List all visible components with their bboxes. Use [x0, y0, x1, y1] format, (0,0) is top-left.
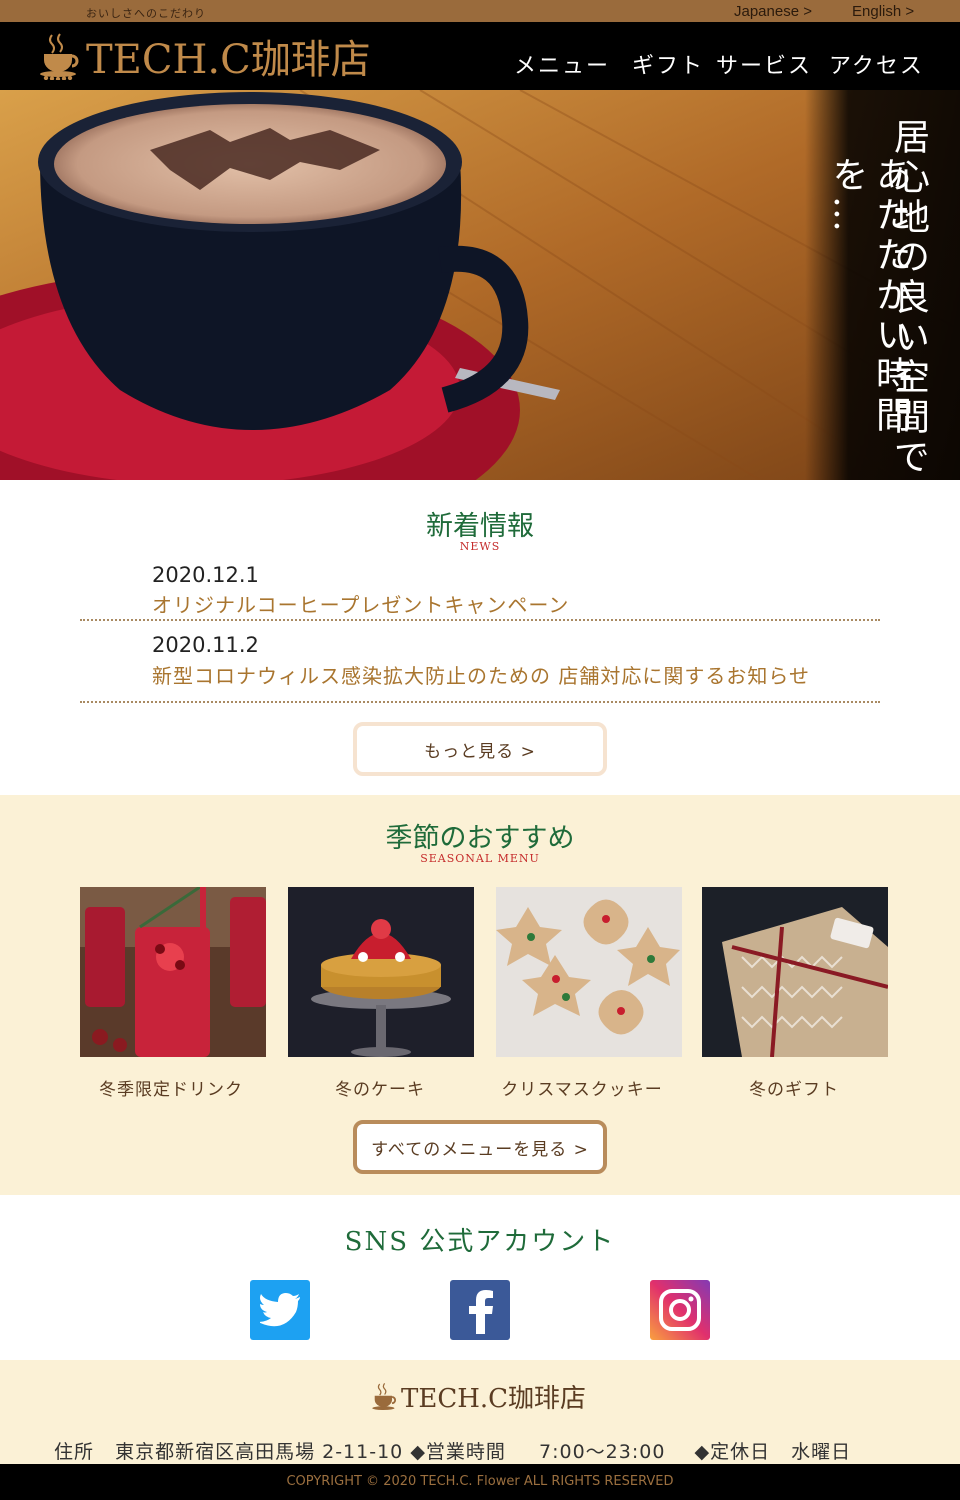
winter-gift-image[interactable] [702, 887, 888, 1057]
facebook-icon[interactable] [450, 1280, 510, 1340]
seasonal-item-label: 冬のケーキ [335, 1080, 425, 1100]
coffee-cup-logo-icon [40, 33, 79, 80]
all-menu-button[interactable]: すべてのメニューを見る > [353, 1120, 607, 1174]
nav-access[interactable]: アクセス [829, 48, 924, 80]
instagram-icon[interactable] [650, 1280, 710, 1340]
site-logo[interactable]: TECH.C珈琲店 [38, 28, 371, 84]
seasonal-item-label: クリスマスクッキー [501, 1080, 663, 1100]
news-subtitle: NEWS [459, 540, 501, 553]
hero-image: 居心地の良い空間で あたたかい時間を… [0, 90, 960, 480]
hero-line-2: あたたかい時間を… [826, 156, 911, 436]
winter-drink-image[interactable] [80, 887, 266, 1057]
more-news-button[interactable]: もっと見る > [353, 722, 607, 776]
news-date: 2020.12.1 [152, 563, 259, 587]
seasonal-item-label: 冬のギフト [749, 1080, 839, 1100]
address-label: 住所 [54, 1441, 95, 1463]
nav-menu[interactable]: メニュー [514, 48, 610, 80]
hours: 7:00～23:00 [538, 1441, 666, 1463]
winter-cake-image[interactable] [288, 887, 474, 1057]
footer-brand: TECH.C珈琲店 [401, 1384, 587, 1414]
news-item-link[interactable]: オリジナルコーヒープレゼントキャンペーン [152, 589, 569, 618]
language-japanese-link[interactable]: Japanese > [734, 3, 812, 20]
twitter-icon[interactable] [250, 1280, 310, 1340]
seasonal-title: 季節のおすすめ [385, 823, 575, 854]
divider [80, 619, 880, 621]
copyright: COPYRIGHT © 2020 TECH.C. Flower ALL RIGH… [0, 1464, 960, 1500]
nav-service[interactable]: サービス [716, 48, 812, 80]
seasonal-item-label: 冬季限定ドリンク [99, 1080, 243, 1100]
closed: 水曜日 [791, 1441, 852, 1463]
address: 東京都新宿区高田馬場 2-11-10 [115, 1441, 404, 1463]
hours-label: ◆営業時間 [410, 1441, 506, 1463]
footer-info: 住所 東京都新宿区高田馬場 2-11-10 ◆営業時間 7:00～23:00 ◆… [54, 1437, 851, 1464]
footer-logo: TECH.C珈琲店 [371, 1378, 586, 1415]
brand-name: TECH.C珈琲店 [86, 37, 371, 83]
nav-gift[interactable]: ギフト [632, 48, 704, 80]
sns-title: SNS 公式アカウント [344, 1227, 616, 1257]
seasonal-subtitle: SEASONAL MENU [420, 852, 540, 865]
news-date: 2020.11.2 [152, 633, 259, 657]
tagline: おいしさへのこだわり [86, 7, 206, 20]
divider [80, 701, 880, 703]
news-item-link[interactable]: 新型コロナウィルス感染拡大防止のための 店舗対応に関するお知らせ [152, 660, 810, 689]
news-title: 新着情報 [426, 511, 534, 542]
coffee-cup-logo-icon [372, 1382, 396, 1410]
christmas-cookie-image[interactable] [496, 887, 682, 1057]
language-english-link[interactable]: English > [852, 3, 914, 20]
closed-label: ◆定休日 [694, 1441, 771, 1463]
